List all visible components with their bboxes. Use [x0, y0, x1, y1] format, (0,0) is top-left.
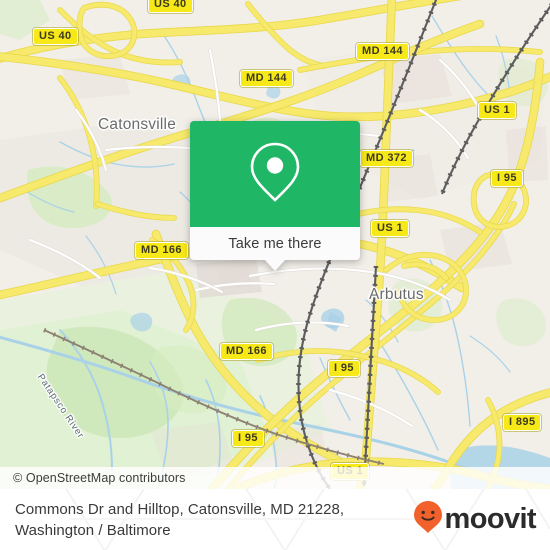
- map-attribution-bar: © OpenStreetMap contributors: [0, 467, 550, 489]
- moovit-wordmark: moovit: [444, 503, 537, 535]
- map-pin-icon: [247, 139, 303, 210]
- road-shield[interactable]: MD 166: [135, 242, 188, 259]
- location-title-line2: Washington / Baltimore: [15, 521, 171, 539]
- road-shield[interactable]: I 95: [491, 170, 523, 187]
- map-canvas[interactable]: .rd { fill:none; stroke:#f6e96b; stroke-…: [0, 0, 550, 489]
- road-shield[interactable]: I 895: [503, 414, 542, 431]
- attribution-text[interactable]: © OpenStreetMap contributors: [0, 471, 186, 485]
- road-shield[interactable]: US 1: [371, 220, 410, 237]
- footer-bar: Commons Dr and Hilltop, Catonsville, MD …: [0, 489, 550, 550]
- road-shield[interactable]: MD 144: [240, 70, 293, 87]
- popup-icon-panel: [190, 121, 360, 227]
- road-shield[interactable]: US 1: [478, 102, 517, 119]
- location-title: Commons Dr and Hilltop, Catonsville, MD …: [15, 499, 344, 541]
- popup-action-bar[interactable]: Take me there: [190, 227, 360, 260]
- road-shield[interactable]: I 95: [328, 360, 360, 377]
- road-shield[interactable]: MD 166: [220, 343, 273, 360]
- road-shield[interactable]: I 95: [232, 430, 264, 447]
- take-me-there-label: Take me there: [228, 235, 322, 252]
- location-popup-card[interactable]: Take me there: [190, 121, 360, 271]
- location-title-line1: Commons Dr and Hilltop, Catonsville, MD …: [15, 500, 345, 518]
- moovit-smiley-pin-icon: [413, 500, 443, 539]
- road-shield[interactable]: US 40: [148, 0, 193, 13]
- moovit-logo[interactable]: moovit: [413, 500, 537, 539]
- road-shield[interactable]: MD 372: [360, 150, 413, 167]
- road-shield[interactable]: US 40: [33, 28, 78, 45]
- popup-pointer-tail: [264, 259, 286, 271]
- road-shield[interactable]: MD 144: [356, 43, 409, 60]
